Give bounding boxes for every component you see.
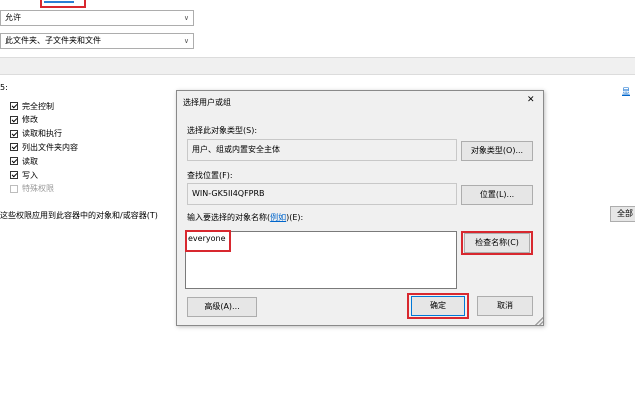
permission-label: 读取 <box>22 156 38 166</box>
chevron-down-icon: ∨ <box>183 37 189 45</box>
top-tab-underline <box>44 1 74 3</box>
resize-grip-icon[interactable] <box>535 317 543 325</box>
type-combo-value: 允许 <box>5 13 21 22</box>
object-type-field: 用户、组或内置安全主体 <box>187 139 457 161</box>
check-names-button[interactable]: 检查名称(C) <box>464 233 530 253</box>
dialog-title: 选择用户或组 <box>183 98 231 107</box>
permissions-label: 5: <box>0 83 8 92</box>
apply-to-container-note[interactable]: 这些权限应用到此容器中的对象和/或容器(T) <box>0 210 158 221</box>
permission-checkbox[interactable] <box>10 157 18 166</box>
permission-label: 修改 <box>22 115 38 125</box>
permission-checkbox[interactable] <box>10 129 18 138</box>
location-field: WIN-GK5II4QFPRB <box>187 183 457 205</box>
locations-button[interactable]: 位置(L)... <box>461 185 533 205</box>
show-link[interactable]: 显 <box>622 86 630 97</box>
permission-row[interactable]: 写入 <box>10 169 38 181</box>
permission-row: 特殊权限 <box>10 183 54 195</box>
cancel-button[interactable]: 取消 <box>477 296 533 316</box>
permission-row[interactable]: 修改 <box>10 114 38 126</box>
permission-label: 写入 <box>22 170 38 180</box>
type-combo[interactable]: 允许 ∨ <box>0 10 194 26</box>
object-names-label: 输入要选择的对象名称(例如)(E): <box>187 212 303 223</box>
examples-link[interactable]: 例如 <box>270 213 286 222</box>
select-users-dialog: 选择用户或组 ✕ 选择此对象类型(S): 用户、组或内置安全主体 对象类型(O)… <box>176 90 544 326</box>
permission-checkbox <box>10 184 18 193</box>
permission-row[interactable]: 读取 <box>10 155 38 167</box>
object-names-value: everyone <box>188 234 226 243</box>
permission-label: 读取和执行 <box>22 129 62 139</box>
ok-button[interactable]: 确定 <box>411 296 465 316</box>
permission-label: 特殊权限 <box>22 184 54 194</box>
advanced-button[interactable]: 高级(A)... <box>187 297 257 317</box>
applies-to-combo[interactable]: 此文件夹、子文件夹和文件 ∨ <box>0 33 194 49</box>
permission-row[interactable]: 列出文件夹内容 <box>10 141 78 153</box>
permission-label: 列出文件夹内容 <box>22 142 78 152</box>
object-types-button[interactable]: 对象类型(O)... <box>461 141 533 161</box>
permission-label: 完全控制 <box>22 101 54 111</box>
chevron-down-icon: ∨ <box>183 14 189 22</box>
permission-checkbox[interactable] <box>10 143 18 152</box>
permission-checkbox[interactable] <box>10 102 18 110</box>
clear-all-button[interactable]: 全部 <box>610 206 635 222</box>
object-type-label: 选择此对象类型(S): <box>187 126 258 135</box>
permission-row[interactable]: 读取和执行 <box>10 128 62 140</box>
permission-checkbox[interactable] <box>10 171 18 179</box>
close-icon[interactable]: ✕ <box>527 95 535 105</box>
permission-row[interactable]: 完全控制 <box>10 100 54 112</box>
applies-to-combo-value: 此文件夹、子文件夹和文件 <box>5 36 101 45</box>
object-names-label-prefix: 输入要选择的对象名称( <box>187 213 271 222</box>
location-label: 查找位置(F): <box>187 171 233 180</box>
object-names-label-suffix: )(E): <box>286 213 304 222</box>
section-band <box>0 57 635 75</box>
permission-checkbox[interactable] <box>10 115 18 124</box>
